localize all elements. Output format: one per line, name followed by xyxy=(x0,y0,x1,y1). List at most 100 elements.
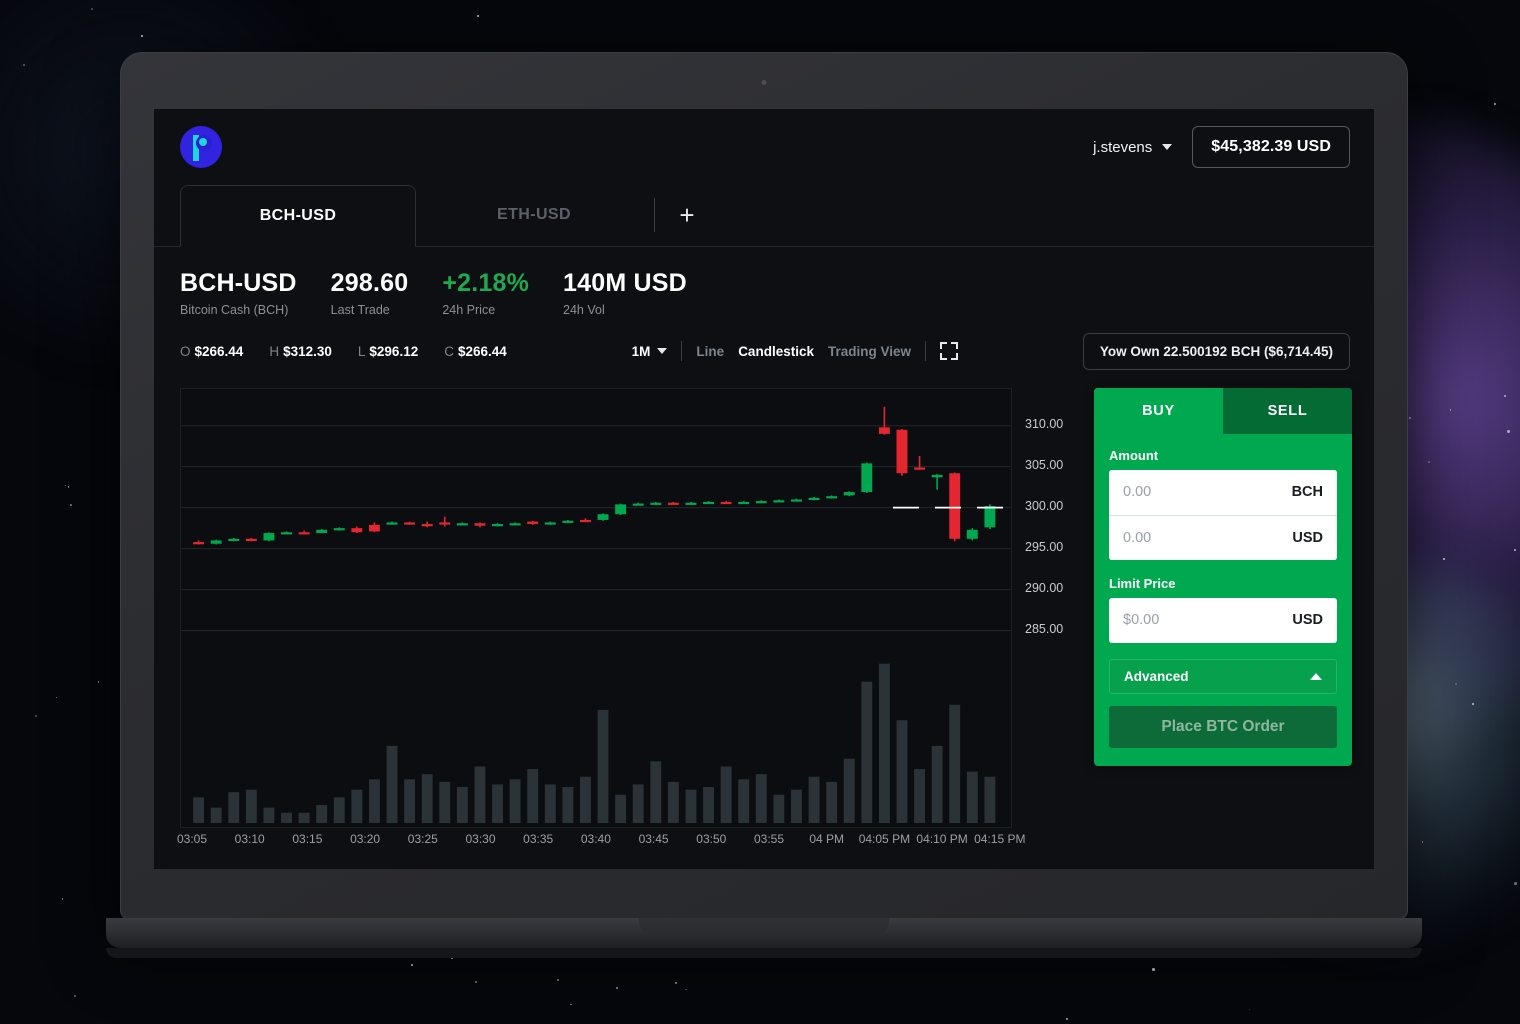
limit-input-group: $0.00 USD xyxy=(1109,597,1337,643)
amount-fiat-input[interactable]: 0.00 xyxy=(1123,530,1151,546)
chart-type-candlestick[interactable]: Candlestick xyxy=(738,344,814,359)
summary-pair: BCH-USD Bitcoin Cash (BCH) xyxy=(180,269,297,317)
advanced-label: Advanced xyxy=(1124,668,1189,684)
order-tab-buy[interactable]: BUY xyxy=(1094,387,1223,434)
time-tick-label: 03:45 xyxy=(638,831,669,846)
chart-region: 310.00 305.00 300.00 295.00 290.00 285.00 03:… xyxy=(176,387,1352,858)
time-tick-label: 03:50 xyxy=(696,831,727,846)
top-bar-right: j.stevens $45,382.39 USD xyxy=(1093,126,1350,168)
amount-label: Amount xyxy=(1109,447,1159,463)
ohlc-item-c: C $266.44 xyxy=(444,344,507,359)
last-trade-label: Last Trade xyxy=(330,302,390,317)
limit-price-label: Limit Price xyxy=(1109,575,1176,591)
user-menu[interactable]: j.stevens xyxy=(1093,138,1173,156)
time-tick-label: 04:15 PM xyxy=(974,831,1026,846)
candlestick-plot[interactable] xyxy=(180,387,1012,828)
chart-type-trading-view[interactable]: Trading View xyxy=(828,344,911,359)
ohlc-value: $296.12 xyxy=(369,343,419,359)
chevron-down-icon xyxy=(657,348,668,355)
place-order-button[interactable]: Place BTC Order xyxy=(1109,705,1337,748)
time-tick-label: 03:25 xyxy=(407,831,438,846)
chevron-up-icon xyxy=(1310,672,1322,680)
chart-type-line[interactable]: Line xyxy=(696,344,724,359)
amount-input-group: 0.00 BCH 0.00 USD xyxy=(1109,469,1337,560)
tab-bch-usd[interactable]: BCH-USD xyxy=(180,185,416,247)
ohlc-value: $266.44 xyxy=(194,343,244,359)
time-tick-label: 03:20 xyxy=(350,831,381,846)
interval-label: 1M xyxy=(631,343,651,359)
chart-toolbar: O $266.44 H $312.30 L $296.12 C $266.44 1M Line… xyxy=(154,317,1374,370)
order-panel: BUY SELL Amount 0.00 BCH 0.00 USD Limit … xyxy=(1094,387,1352,766)
time-tick-label: 03:05 xyxy=(176,831,208,846)
fullscreen-icon[interactable] xyxy=(940,342,958,361)
laptop-screen: j.stevens $45,382.39 USD BCH-USD ETH-USD… xyxy=(154,109,1374,869)
account-balance-button[interactable]: $45,382.39 USD xyxy=(1192,126,1350,168)
laptop-notch xyxy=(639,918,889,934)
trading-app: j.stevens $45,382.39 USD BCH-USD ETH-USD… xyxy=(154,109,1374,869)
limit-price-row[interactable]: $0.00 USD xyxy=(1109,597,1337,643)
change-pct-value: +2.18% xyxy=(442,269,530,297)
add-market-tab-button[interactable]: + xyxy=(655,184,719,246)
order-tab-sell[interactable]: SELL xyxy=(1223,387,1352,434)
chevron-down-icon xyxy=(1162,144,1173,150)
last-trade-value: 298.60 xyxy=(330,269,409,297)
summary-change: +2.18% 24h Price xyxy=(442,269,529,317)
price-tick-label: 300.00 xyxy=(1025,499,1064,514)
time-tick-label: 03:10 xyxy=(234,831,265,846)
amount-fiat-unit: USD xyxy=(1292,529,1323,546)
summary-volume: 140M USD 24h Vol xyxy=(563,269,687,317)
volume-label: 24h Vol xyxy=(563,302,605,317)
ohlc-value: $312.30 xyxy=(283,343,332,359)
tab-eth-usd[interactable]: ETH-USD xyxy=(416,184,652,246)
chart-controls: 1M Line Candlestick Trading View xyxy=(632,341,958,362)
ohlc-value: $266.44 xyxy=(457,343,507,359)
price-tick-label: 310.00 xyxy=(1025,417,1064,432)
ohlc-key: C xyxy=(444,343,454,359)
time-tick-label: 03:30 xyxy=(465,831,496,846)
time-tick-label: 04 PM xyxy=(809,831,845,846)
time-axis: 03:05 03:10 03:15 03:20 03:25 03:30 03:35 03:40… xyxy=(176,831,1040,858)
advanced-toggle[interactable]: Advanced xyxy=(1109,658,1337,694)
summary-last-trade: 298.60 Last Trade xyxy=(331,269,409,317)
time-tick-label: 03:15 xyxy=(292,831,323,846)
pair-symbol: BCH-USD xyxy=(180,269,297,297)
volume-value: 140M USD xyxy=(563,269,687,297)
ohlc-item-l: L $296.12 xyxy=(358,344,418,359)
order-side-tabs: BUY SELL xyxy=(1094,387,1352,434)
laptop-base-lip xyxy=(106,948,1422,958)
ohlc-item-h: H $312.30 xyxy=(269,344,332,359)
limit-price-input[interactable]: $0.00 xyxy=(1123,612,1159,628)
toolbar-divider xyxy=(681,341,683,362)
time-tick-label: 04:05 PM xyxy=(858,831,911,846)
ticker-summary: BCH-USD Bitcoin Cash (BCH) 298.60 Last T… xyxy=(154,247,1374,317)
top-bar: j.stevens $45,382.39 USD xyxy=(154,109,1374,185)
time-tick-label: 04:10 PM xyxy=(916,831,968,846)
ohlc-key: O xyxy=(180,343,191,359)
time-tick-label: 03:55 xyxy=(753,831,785,846)
amount-crypto-input[interactable]: 0.00 xyxy=(1123,484,1151,500)
ohlc-readout: O $266.44 H $312.30 L $296.12 C $266.44 xyxy=(180,344,507,359)
username-label: j.stevens xyxy=(1093,138,1153,156)
order-form: Amount 0.00 BCH 0.00 USD Limit Price $0.… xyxy=(1094,434,1352,766)
time-tick-label: 03:35 xyxy=(523,831,554,846)
limit-price-unit: USD xyxy=(1292,612,1323,629)
paxos-logo-icon[interactable] xyxy=(180,126,222,168)
pair-fullname: Bitcoin Cash (BCH) xyxy=(180,302,289,317)
ohlc-key: H xyxy=(269,343,280,359)
ohlc-key: L xyxy=(357,343,366,359)
toolbar-divider-2 xyxy=(925,341,926,362)
scene-root: j.stevens $45,382.39 USD BCH-USD ETH-USD… xyxy=(0,0,1520,1024)
interval-selector[interactable]: 1M xyxy=(632,344,668,359)
laptop-mockup: j.stevens $45,382.39 USD BCH-USD ETH-USD… xyxy=(106,52,1422,958)
time-tick-label: 03:40 xyxy=(580,831,611,846)
price-tick-label: 295.00 xyxy=(1025,540,1064,555)
amount-fiat-row[interactable]: 0.00 USD xyxy=(1109,514,1337,560)
ohlc-item-o: O $266.44 xyxy=(180,344,243,359)
amount-crypto-row[interactable]: 0.00 BCH xyxy=(1109,469,1337,515)
price-tick-label: 290.00 xyxy=(1025,581,1064,596)
amount-crypto-unit: BCH xyxy=(1291,484,1323,501)
holdings-pill[interactable]: Yow Own 22.500192 BCH ($6,714.45) xyxy=(1082,332,1350,370)
webcam-dot-icon xyxy=(761,80,767,85)
market-tab-bar: BCH-USD ETH-USD + xyxy=(154,185,1374,247)
chart-svg xyxy=(181,406,1011,823)
